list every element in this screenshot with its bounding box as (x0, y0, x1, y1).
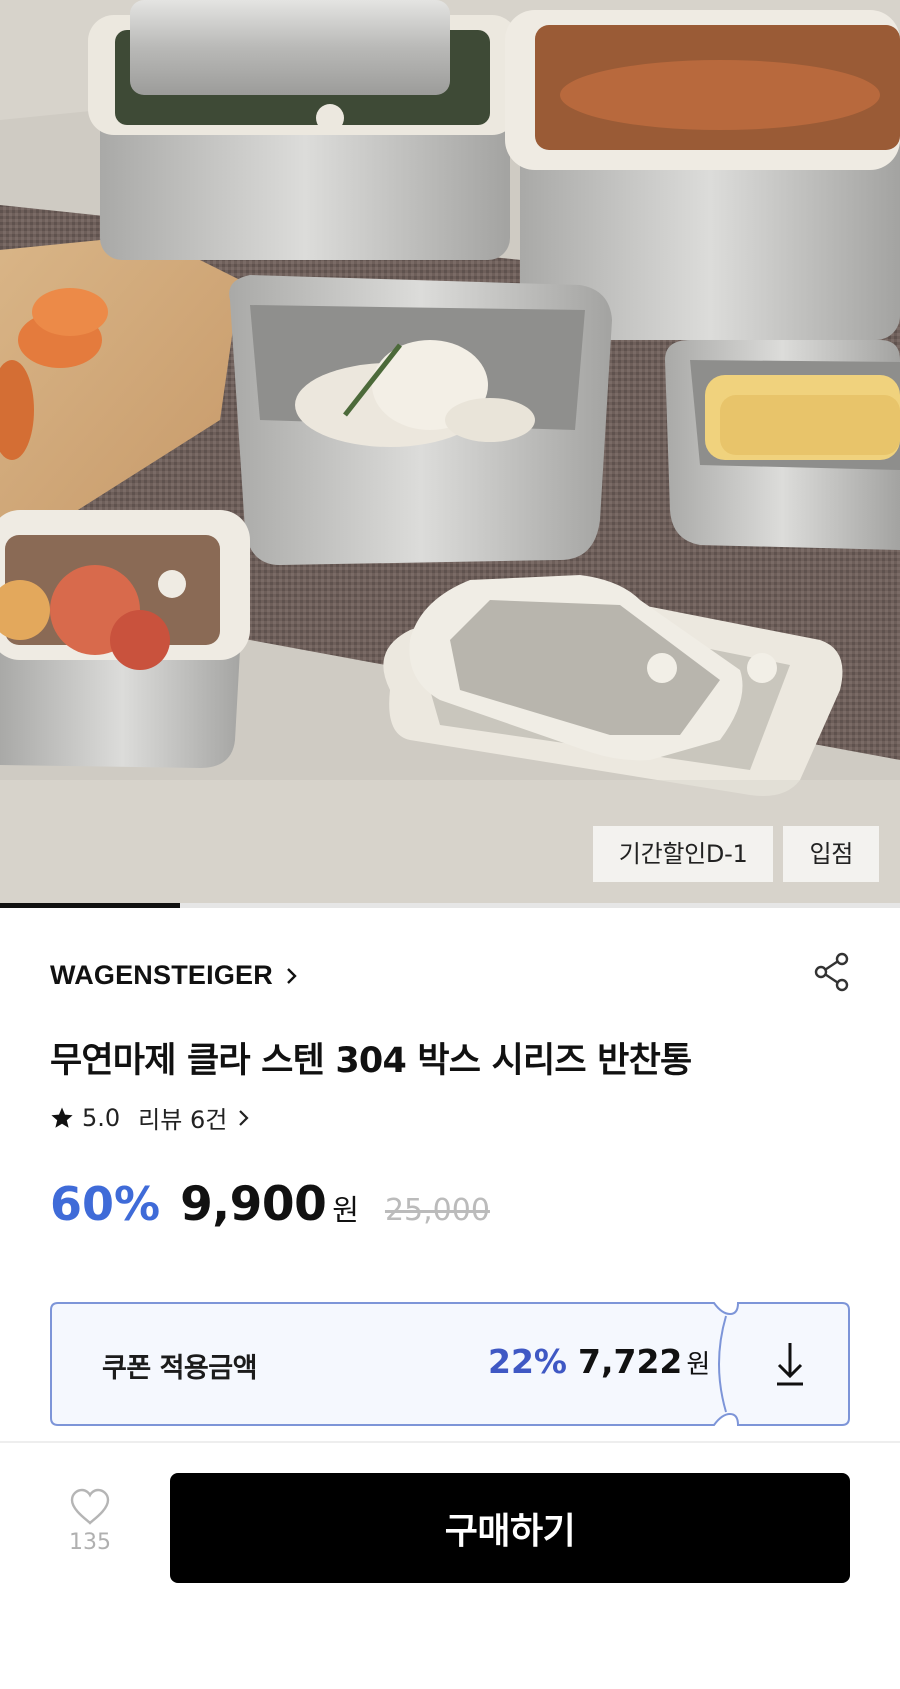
coupon-rate: 22% (488, 1342, 567, 1381)
chevron-right-icon (239, 1109, 249, 1126)
brand-link[interactable]: WAGENSTEIGER (50, 960, 301, 991)
brand-name: WAGENSTEIGER (50, 960, 273, 990)
download-icon (777, 1343, 803, 1386)
coupon-currency: 원 (686, 1350, 711, 1380)
original-price: 25,000 (384, 1193, 490, 1228)
period-discount-badge: 기간할인D-1 (592, 826, 774, 882)
buy-button[interactable]: 구매하기 (170, 1473, 850, 1583)
sale-price: 9,900 (180, 1177, 327, 1232)
hero-badges: 기간할인D-1 입점 (592, 826, 879, 882)
product-photo (0, 0, 900, 903)
gallery-progress-fill (0, 903, 180, 908)
review-link[interactable]: 리뷰 6건 (138, 1100, 251, 1135)
coupon-label: 쿠폰 적용금액 (102, 1353, 257, 1384)
chevron-right-icon (287, 967, 297, 984)
rating-row: 5.0 리뷰 6건 (50, 1100, 251, 1135)
gallery-progress-bar (0, 903, 900, 908)
wishlist-button[interactable]: 135 (60, 1488, 120, 1555)
coupon-price: 7,722 (578, 1342, 683, 1381)
store-entry-badge: 입점 (783, 826, 879, 882)
share-icon (814, 952, 849, 992)
coupon-download-button[interactable] (762, 1336, 818, 1392)
wishlist-count: 135 (69, 1530, 111, 1555)
coupon-price-group: 7,722 원 (578, 1342, 710, 1381)
discount-rate: 60% (50, 1177, 161, 1231)
share-button[interactable] (812, 950, 852, 994)
star-icon (51, 1107, 73, 1128)
rating-score: 5.0 (82, 1103, 121, 1132)
product-image-gallery[interactable]: 기간할인D-1 입점 (0, 0, 900, 903)
coupon-box[interactable]: 쿠폰 적용금액 22% 7,722 원 (50, 1302, 850, 1426)
sale-price-currency: 원 (332, 1193, 359, 1227)
price-row: 60% 9,900 원 25,000 (50, 1177, 490, 1232)
review-count-label: 리뷰 6건 (138, 1106, 228, 1134)
heart-icon (70, 1488, 110, 1525)
section-divider (0, 1441, 900, 1443)
product-title: 무연마제 클라 스텐 304 박스 시리즈 반찬통 (50, 1041, 692, 1081)
